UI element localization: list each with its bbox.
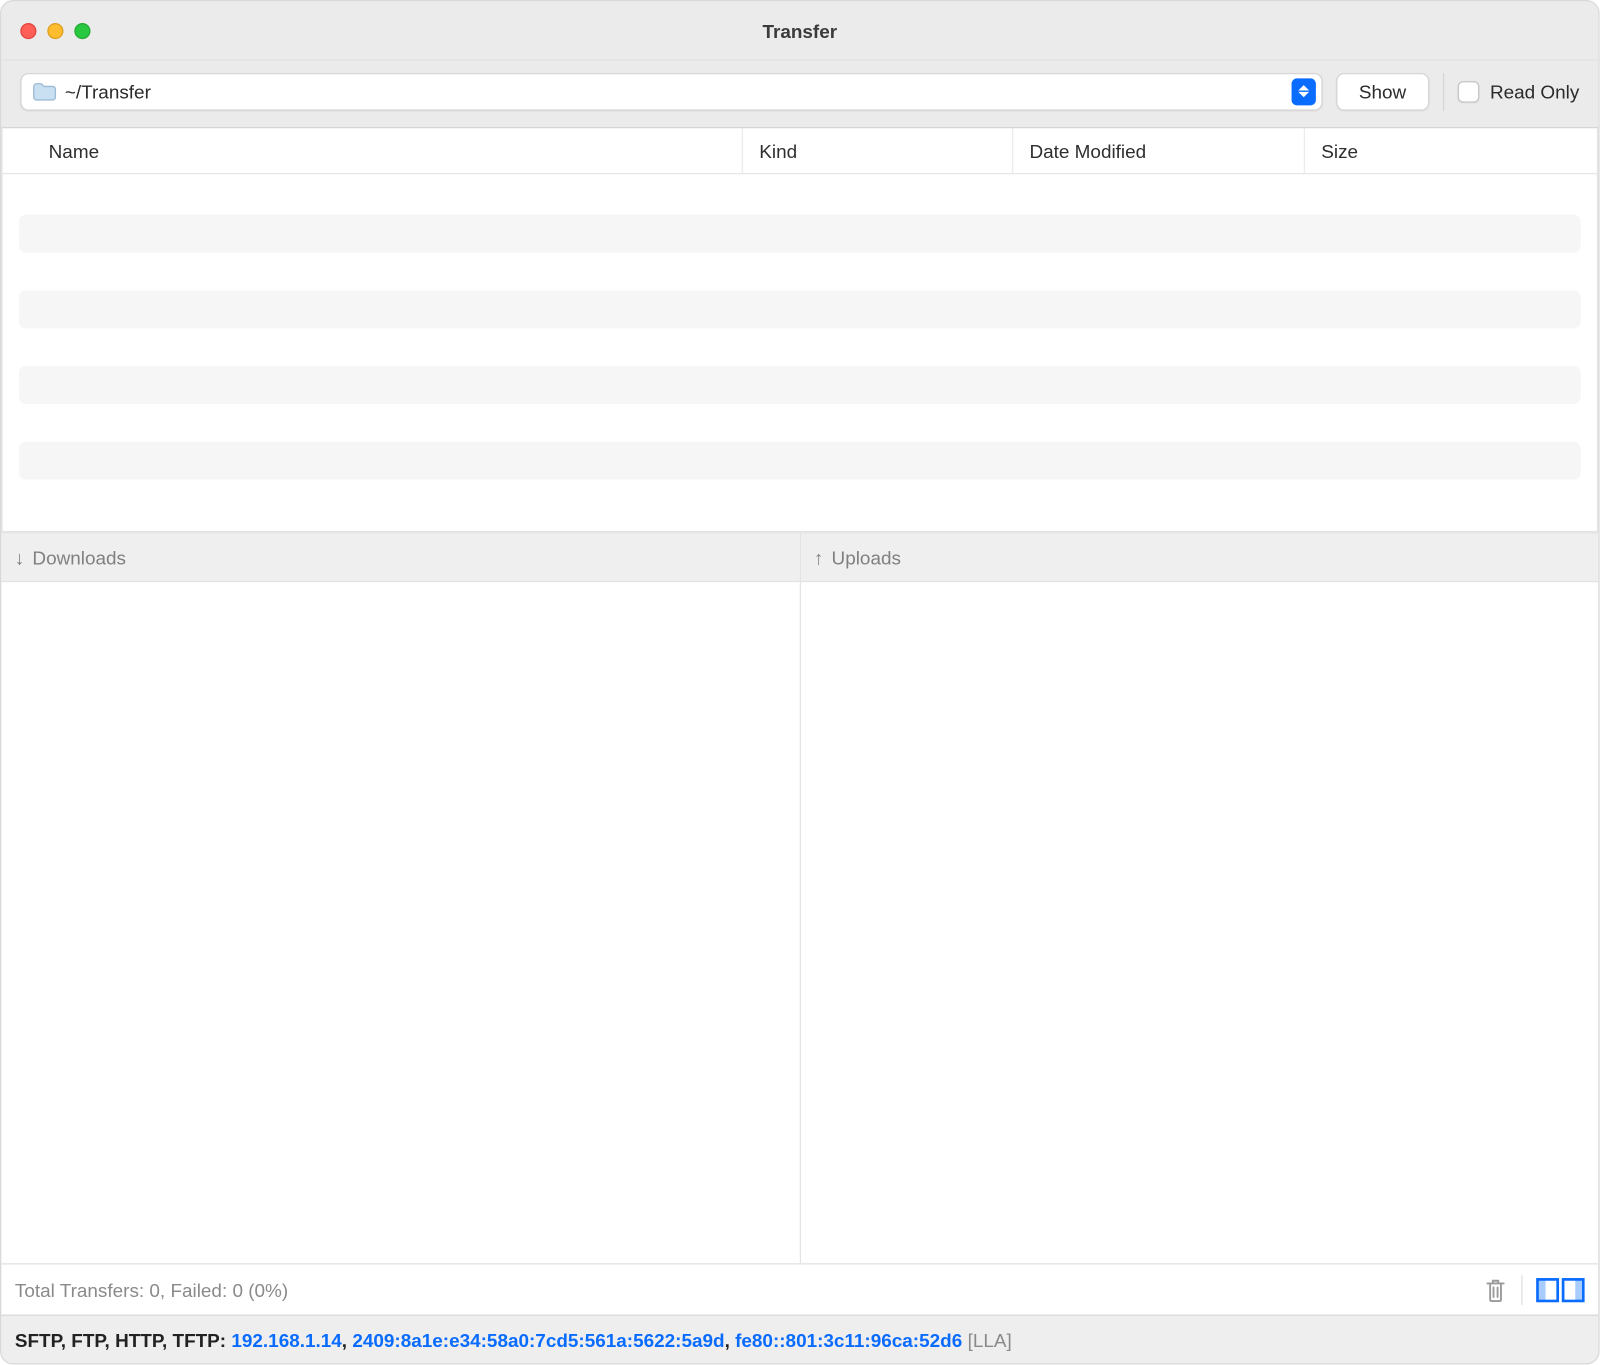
placeholder-row (19, 366, 1581, 404)
table-body (3, 174, 1597, 531)
downloads-body[interactable] (1, 582, 799, 1263)
uploads-body[interactable] (800, 582, 1598, 1263)
server-protocols: SFTP, FTP, HTTP, TFTP: (15, 1329, 226, 1351)
downloads-header: ↓ Downloads (1, 534, 799, 583)
show-button-label: Show (1359, 80, 1406, 102)
layout-toggle-icon[interactable] (1536, 1277, 1585, 1301)
traffic-lights (1, 22, 90, 38)
server-lla-tag: [LLA] (968, 1329, 1012, 1351)
downloads-label: Downloads (32, 546, 126, 568)
uploads-label: Uploads (832, 546, 901, 568)
transfer-panels: ↓ Downloads ↑ Uploads (1, 532, 1598, 1263)
titlebar: Transfer (1, 1, 1598, 60)
readonly-label: Read Only (1490, 80, 1579, 102)
transfer-stats: Total Transfers: 0, Failed: 0 (0%) (15, 1279, 288, 1301)
transfer-window: Transfer ~/Transfer Show Read Only Name … (0, 0, 1600, 1365)
readonly-toggle[interactable]: Read Only (1458, 80, 1580, 102)
status-divider (1521, 1275, 1522, 1305)
close-button[interactable] (20, 22, 36, 38)
upload-arrow-icon: ↑ (814, 548, 823, 567)
status-bar: Total Transfers: 0, Failed: 0 (0%) (1, 1263, 1598, 1314)
path-text: ~/Transfer (65, 80, 1283, 102)
server-ip-1[interactable]: 2409:8a1e:e34:58a0:7cd5:561a:5622:5a9d (352, 1329, 724, 1351)
uploads-header: ↑ Uploads (800, 534, 1598, 583)
server-ip-2[interactable]: fe80::801:3c11:96ca:52d6 (735, 1329, 962, 1351)
path-selector[interactable]: ~/Transfer (20, 72, 1322, 110)
placeholder-row (19, 442, 1581, 480)
column-header-size[interactable]: Size (1305, 128, 1597, 173)
uploads-panel: ↑ Uploads (799, 534, 1598, 1264)
show-button[interactable]: Show (1336, 72, 1429, 110)
chevron-updown-icon[interactable] (1291, 78, 1315, 105)
column-header-kind[interactable]: Kind (743, 128, 1013, 173)
toolbar: ~/Transfer Show Read Only (1, 61, 1598, 129)
folder-icon (32, 82, 56, 101)
placeholder-row (19, 215, 1581, 253)
window-title: Transfer (1, 20, 1598, 42)
column-header-date[interactable]: Date Modified (1013, 128, 1305, 173)
table-header: Name Kind Date Modified Size (3, 128, 1597, 174)
placeholder-row (19, 290, 1581, 328)
server-ip-sep-0: , (342, 1329, 353, 1351)
download-arrow-icon: ↓ (15, 548, 24, 567)
column-header-name[interactable]: Name (3, 128, 743, 173)
readonly-checkbox[interactable] (1458, 80, 1480, 102)
maximize-button[interactable] (74, 22, 90, 38)
server-ip-0[interactable]: 192.168.1.14 (231, 1329, 341, 1351)
server-ip-sep-1: , (725, 1329, 736, 1351)
trash-icon[interactable] (1483, 1276, 1507, 1303)
minimize-button[interactable] (47, 22, 63, 38)
file-list: Name Kind Date Modified Size (1, 128, 1598, 532)
toolbar-divider (1443, 72, 1444, 110)
downloads-panel: ↓ Downloads (1, 534, 799, 1264)
